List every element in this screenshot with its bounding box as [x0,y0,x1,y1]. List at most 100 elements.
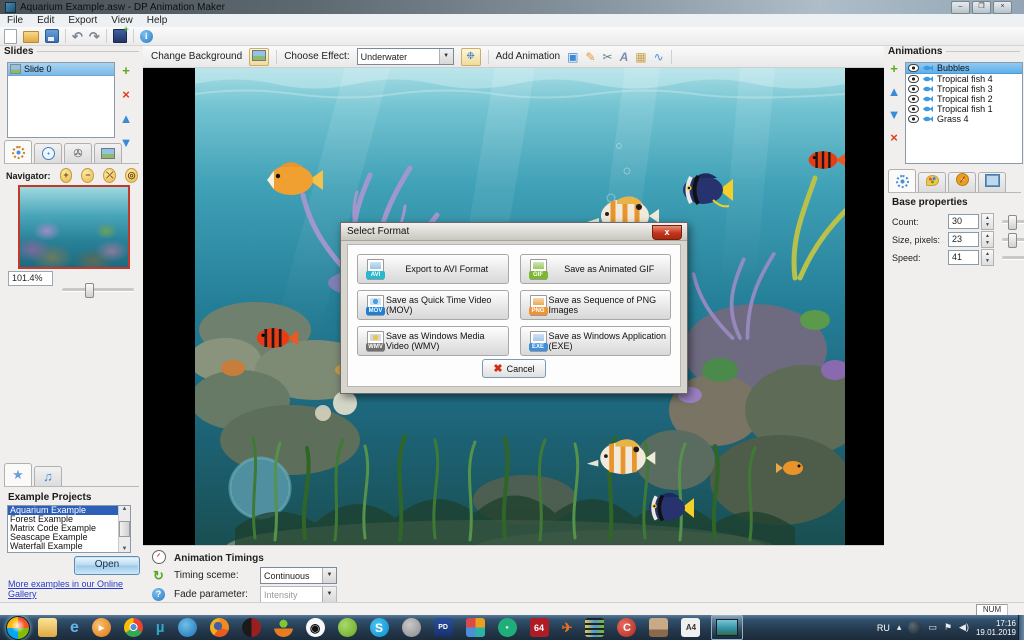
project-item[interactable]: Aquarium Example [8,506,130,515]
open-file-icon[interactable] [23,31,39,43]
maximize-button[interactable]: ❐ [972,1,991,14]
close-button[interactable]: × [993,1,1012,14]
blue-drop-app-icon[interactable] [178,618,197,637]
quad-color-app-icon[interactable] [466,618,485,637]
size-spinner[interactable]: ▲▼ [981,231,994,248]
add-image-animation-icon[interactable]: ▣ [567,49,578,65]
change-background-label[interactable]: Change Background [151,51,242,62]
aida64-icon[interactable]: 64 [530,618,549,637]
messenger-person-icon[interactable] [274,618,293,637]
animation-item[interactable]: Grass 4 [906,114,1022,124]
project-item[interactable]: Seascape Example [8,533,130,542]
media-player-icon[interactable]: ▶ [92,618,111,637]
menu-file[interactable]: File [0,15,30,26]
scrollbar-thumb[interactable] [119,521,130,537]
animation-item[interactable]: Tropical fish 3 [906,84,1022,94]
help-icon[interactable]: ? [152,588,165,601]
count-field[interactable]: 30 [948,214,979,229]
save-png-button[interactable]: PNG Save as Sequence of PNG Images [520,290,672,320]
move-animation-down-button[interactable]: ▼ [886,108,902,121]
count-spinner[interactable]: ▲▼ [981,213,994,230]
animations-list[interactable]: Bubbles Tropical fish 4 Tropical fish 3 … [905,62,1023,164]
dialog-title-bar[interactable]: Select Format [341,223,687,241]
save-wmv-button[interactable]: WMV Save as Windows Media Video (WMV) [357,326,509,356]
zoom-fit-icon[interactable]: ⤫ [103,168,116,183]
internet-explorer-icon[interactable]: e [70,618,79,637]
film-editor-icon[interactable] [585,618,604,637]
tab-picture[interactable] [94,143,122,163]
menu-edit[interactable]: Edit [30,15,61,26]
animation-item[interactable]: Bubbles [906,63,1022,74]
zoom-actual-icon[interactable]: ◎ [125,168,138,183]
add-text-animation-icon[interactable]: A [620,49,629,65]
move-animation-up-button[interactable]: ▲ [886,85,902,98]
zoom-value-field[interactable]: 101.4% [8,271,53,286]
delete-slide-button[interactable]: × [118,88,134,101]
explorer-icon[interactable] [38,618,57,637]
speed-field[interactable]: 41 [948,250,979,265]
skype-icon[interactable]: S [370,618,389,637]
project-item[interactable]: Waterfall Example [8,542,130,551]
navigator-thumbnail[interactable] [18,185,130,269]
dialog-close-button[interactable]: x [652,225,682,240]
tab-speed[interactable] [948,172,976,192]
tab-example-projects[interactable]: ★ [4,463,32,486]
pd-app-icon[interactable]: PD [434,618,453,637]
scroll-up-icon[interactable]: ▲ [122,506,128,512]
green-circle-app-icon[interactable] [338,618,357,637]
cancel-button[interactable]: ✖ Cancel [482,359,546,378]
menu-view[interactable]: View [104,15,140,26]
effect-dropdown[interactable]: Underwater ▼ [357,48,454,65]
slides-list[interactable]: Slide 0 [7,62,115,138]
move-slide-up-button[interactable]: ▲ [118,112,134,125]
taskbar-current-app[interactable] [711,615,743,640]
tray-expand-icon[interactable]: ▴ [897,622,902,633]
apply-effect-icon[interactable]: ❉ [461,48,481,66]
projects-scrollbar[interactable]: ▲ ▼ [118,506,130,552]
volume-icon[interactable]: ◀) [959,622,969,633]
zoom-out-icon[interactable]: − [81,168,94,183]
language-indicator[interactable]: RU [877,623,890,633]
tab-area[interactable] [978,172,1006,192]
tray-clock[interactable]: 17:16 19.01.2019 [976,619,1016,637]
firefox-icon[interactable] [210,618,229,637]
zoom-in-icon[interactable]: + [60,168,73,183]
save-exe-button[interactable]: EXE Save as Windows Application (EXE) [520,326,672,356]
online-gallery-link[interactable]: More examples in our Online Gallery [8,579,143,599]
network-tray-icon[interactable]: ▭ [928,622,937,633]
visibility-eye-icon[interactable] [908,64,919,72]
ccleaner-icon[interactable]: C [617,618,636,637]
tab-timing[interactable] [34,143,62,163]
speed-slider[interactable] [1002,256,1024,260]
count-slider[interactable] [1002,220,1024,224]
example-projects-list[interactable]: Aquarium Example Forest Example Matrix C… [7,505,131,553]
add-sprite-animation-icon[interactable]: ▦ [635,49,646,65]
new-file-icon[interactable] [4,29,17,44]
start-button[interactable] [6,616,30,640]
tab-music[interactable]: ♫ [34,466,62,486]
eye-app-icon[interactable]: ◉ [306,618,325,637]
show-desktop-button[interactable] [1018,615,1024,640]
animation-item[interactable]: Tropical fish 2 [906,94,1022,104]
green-hexagon-app-icon[interactable]: ● [498,618,517,637]
scissors-icon[interactable]: ✂ [603,49,613,65]
tab-background-settings[interactable] [4,140,32,163]
add-wave-animation-icon[interactable]: ∿ [654,49,664,65]
animation-item[interactable]: Tropical fish 4 [906,74,1022,84]
tab-base-properties[interactable] [888,169,916,192]
export-movie-icon[interactable] [113,29,127,43]
zoom-slider-thumb[interactable] [85,283,94,298]
tab-camera[interactable]: ✇ [64,143,92,163]
redo-icon[interactable]: ↷ [89,30,100,43]
info-icon[interactable]: i [140,30,153,43]
scroll-down-icon[interactable]: ▼ [122,546,128,552]
shutter-player-icon[interactable] [242,618,261,637]
menu-help[interactable]: Help [140,15,175,26]
chrome-icon[interactable] [124,618,143,637]
slide-item[interactable]: Slide 0 [8,63,114,76]
project-item[interactable]: Matrix Code Example [8,524,130,533]
save-file-icon[interactable] [45,29,59,43]
add-slide-button[interactable]: + [118,64,134,77]
change-background-icon[interactable] [249,48,269,66]
visibility-eye-icon[interactable] [908,75,919,83]
